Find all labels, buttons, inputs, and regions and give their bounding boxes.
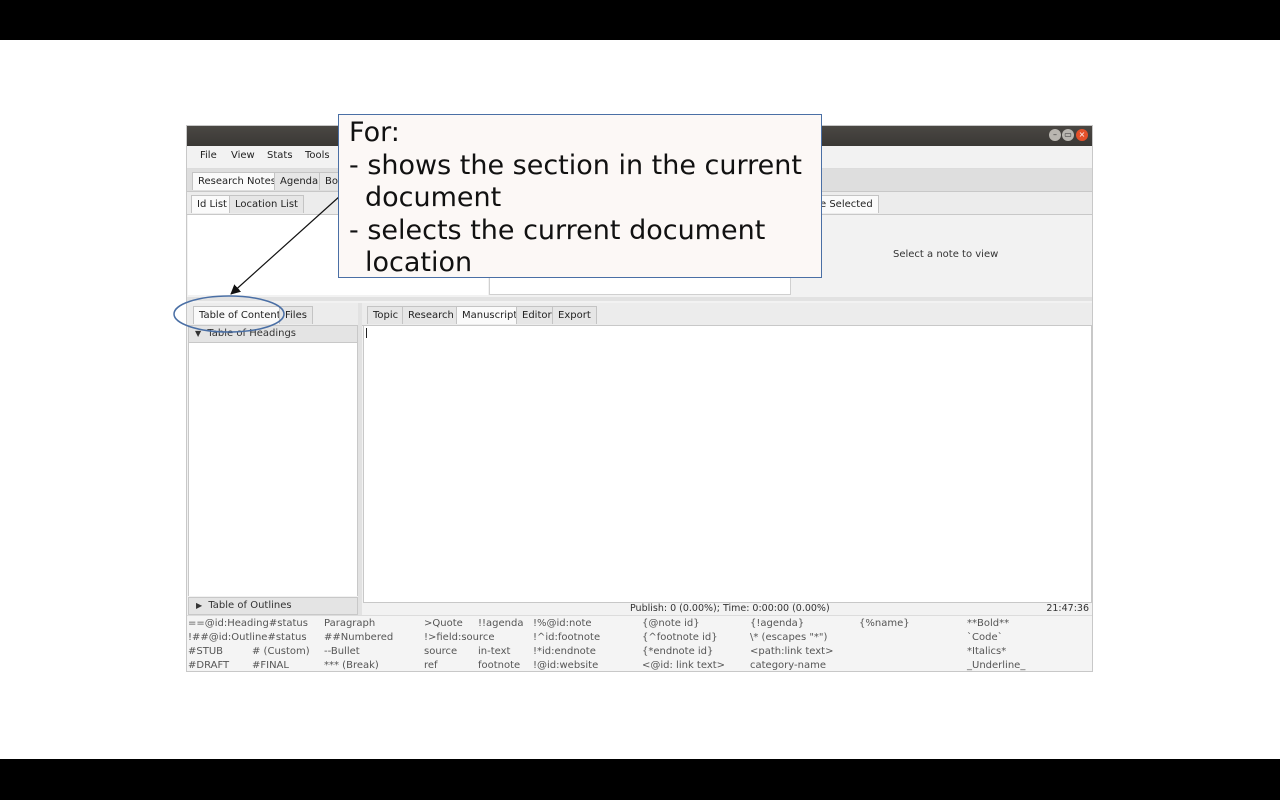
callout-line-1: - shows the section in the current [349,149,802,181]
callout-title: For: [349,117,400,148]
callout-arrow [230,195,341,295]
highlight-ellipse [173,295,285,333]
callout-line-1-cont: document [365,182,502,213]
callout-line-2: - selects the current document [349,214,766,246]
callout-line-2-cont: location [365,247,473,278]
callout-box: For: - shows the section in the current … [338,114,822,278]
